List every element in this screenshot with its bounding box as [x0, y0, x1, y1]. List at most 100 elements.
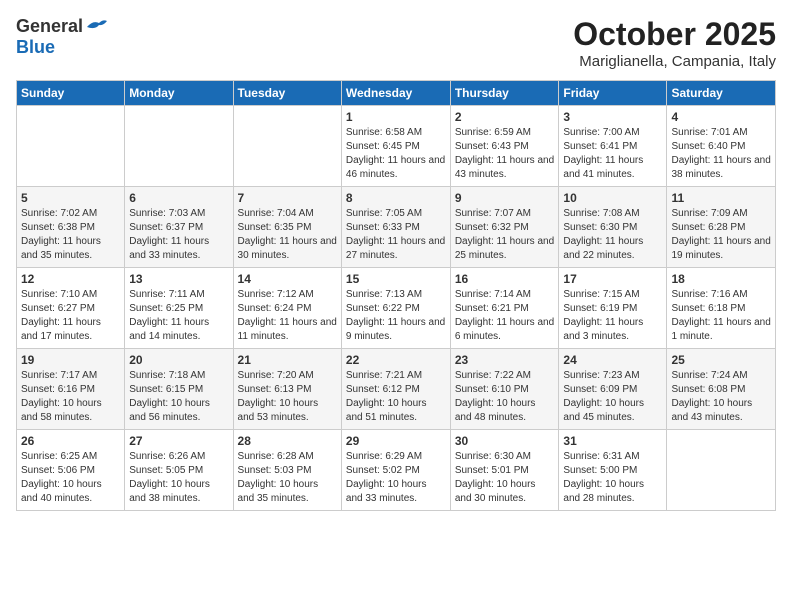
calendar-cell: 26 Sunrise: 6:25 AMSunset: 5:06 PMDayligh…: [17, 430, 125, 511]
calendar-cell: 10 Sunrise: 7:08 AMSunset: 6:30 PMDayligh…: [559, 187, 667, 268]
calendar-cell: 14 Sunrise: 7:12 AMSunset: 6:24 PMDayligh…: [233, 268, 341, 349]
day-number: 26: [21, 434, 120, 448]
calendar-cell: 21 Sunrise: 7:20 AMSunset: 6:13 PMDayligh…: [233, 349, 341, 430]
cell-content: Sunrise: 7:10 AMSunset: 6:27 PMDaylight:…: [21, 288, 120, 344]
cell-content: Sunrise: 7:08 AMSunset: 6:30 PMDaylight:…: [563, 207, 662, 263]
calendar-cell: 3 Sunrise: 7:00 AMSunset: 6:41 PMDaylight…: [559, 106, 667, 187]
calendar-week-row: 1 Sunrise: 6:58 AMSunset: 6:45 PMDaylight…: [17, 106, 776, 187]
weekday-header: Thursday: [450, 81, 559, 106]
calendar-cell: [667, 430, 776, 511]
day-number: 14: [238, 272, 337, 286]
calendar-cell: 22 Sunrise: 7:21 AMSunset: 6:12 PMDayligh…: [341, 349, 450, 430]
calendar-cell: 5 Sunrise: 7:02 AMSunset: 6:38 PMDaylight…: [17, 187, 125, 268]
cell-content: Sunrise: 7:09 AMSunset: 6:28 PMDaylight:…: [671, 207, 771, 263]
calendar-table: SundayMondayTuesdayWednesdayThursdayFrid…: [16, 80, 776, 511]
day-number: 7: [238, 191, 337, 205]
calendar-header-row: SundayMondayTuesdayWednesdayThursdayFrid…: [17, 81, 776, 106]
cell-content: Sunrise: 7:07 AMSunset: 6:32 PMDaylight:…: [455, 207, 555, 263]
cell-content: Sunrise: 7:14 AMSunset: 6:21 PMDaylight:…: [455, 288, 555, 344]
day-number: 20: [129, 353, 228, 367]
calendar-cell: 25Sunrise: 7:24 AMSunset: 6:08 PMDayligh…: [667, 349, 776, 430]
cell-content: Sunrise: 7:02 AMSunset: 6:38 PMDaylight:…: [21, 207, 120, 263]
weekday-header: Tuesday: [233, 81, 341, 106]
calendar-cell: [233, 106, 341, 187]
day-number: 16: [455, 272, 555, 286]
calendar-week-row: 19 Sunrise: 7:17 AMSunset: 6:16 PMDayligh…: [17, 349, 776, 430]
calendar-cell: 27 Sunrise: 6:26 AMSunset: 5:05 PMDayligh…: [125, 430, 233, 511]
calendar-week-row: 5 Sunrise: 7:02 AMSunset: 6:38 PMDaylight…: [17, 187, 776, 268]
cell-content: Sunrise: 7:22 AMSunset: 6:10 PMDaylight:…: [455, 369, 555, 425]
day-number: 27: [129, 434, 228, 448]
cell-content: Sunrise: 7:11 AMSunset: 6:25 PMDaylight:…: [129, 288, 228, 344]
calendar-week-row: 12 Sunrise: 7:10 AMSunset: 6:27 PMDayligh…: [17, 268, 776, 349]
cell-content: Sunrise: 7:15 AMSunset: 6:19 PMDaylight:…: [563, 288, 662, 344]
day-number: 11: [671, 191, 771, 205]
calendar-cell: 17Sunrise: 7:15 AMSunset: 6:19 PMDayligh…: [559, 268, 667, 349]
day-number: 3: [563, 110, 662, 124]
day-number: 12: [21, 272, 120, 286]
day-number: 13: [129, 272, 228, 286]
cell-content: Sunrise: 7:18 AMSunset: 6:15 PMDaylight:…: [129, 369, 228, 425]
logo-bird-icon: [85, 18, 107, 36]
calendar-cell: 18 Sunrise: 7:16 AMSunset: 6:18 PMDayligh…: [667, 268, 776, 349]
day-number: 30: [455, 434, 555, 448]
cell-content: Sunrise: 7:04 AMSunset: 6:35 PMDaylight:…: [238, 207, 337, 263]
day-number: 28: [238, 434, 337, 448]
calendar-cell: 28Sunrise: 6:28 AMSunset: 5:03 PMDayligh…: [233, 430, 341, 511]
page-header: General Blue October 2025 Mariglianella,…: [16, 16, 776, 70]
weekday-header: Monday: [125, 81, 233, 106]
cell-content: Sunrise: 6:25 AMSunset: 5:06 PMDaylight:…: [21, 450, 120, 506]
day-number: 6: [129, 191, 228, 205]
title-block: October 2025 Mariglianella, Campania, It…: [573, 16, 776, 70]
day-number: 18: [671, 272, 771, 286]
calendar-cell: 24 Sunrise: 7:23 AMSunset: 6:09 PMDayligh…: [559, 349, 667, 430]
weekday-header: Wednesday: [341, 81, 450, 106]
location: Mariglianella, Campania, Italy: [573, 53, 776, 70]
calendar-cell: 19 Sunrise: 7:17 AMSunset: 6:16 PMDayligh…: [17, 349, 125, 430]
cell-content: Sunrise: 7:05 AMSunset: 6:33 PMDaylight:…: [346, 207, 446, 263]
cell-content: Sunrise: 6:58 AMSunset: 6:45 PMDaylight:…: [346, 126, 446, 182]
day-number: 24: [563, 353, 662, 367]
calendar-cell: [125, 106, 233, 187]
calendar-cell: 2Sunrise: 6:59 AMSunset: 6:43 PMDaylight…: [450, 106, 559, 187]
calendar-cell: [17, 106, 125, 187]
calendar-cell: 13 Sunrise: 7:11 AMSunset: 6:25 PMDayligh…: [125, 268, 233, 349]
day-number: 4: [671, 110, 771, 124]
day-number: 21: [238, 353, 337, 367]
day-number: 15: [346, 272, 446, 286]
calendar-cell: 11 Sunrise: 7:09 AMSunset: 6:28 PMDayligh…: [667, 187, 776, 268]
day-number: 10: [563, 191, 662, 205]
day-number: 29: [346, 434, 446, 448]
cell-content: Sunrise: 7:01 AMSunset: 6:40 PMDaylight:…: [671, 126, 771, 182]
weekday-header: Sunday: [17, 81, 125, 106]
weekday-header: Saturday: [667, 81, 776, 106]
cell-content: Sunrise: 7:16 AMSunset: 6:18 PMDaylight:…: [671, 288, 771, 344]
day-number: 1: [346, 110, 446, 124]
calendar-cell: 16 Sunrise: 7:14 AMSunset: 6:21 PMDayligh…: [450, 268, 559, 349]
logo-blue: Blue: [16, 37, 55, 58]
month-title: October 2025: [573, 16, 776, 53]
day-number: 19: [21, 353, 120, 367]
day-number: 31: [563, 434, 662, 448]
calendar-cell: 12 Sunrise: 7:10 AMSunset: 6:27 PMDayligh…: [17, 268, 125, 349]
calendar-cell: 20 Sunrise: 7:18 AMSunset: 6:15 PMDayligh…: [125, 349, 233, 430]
day-number: 5: [21, 191, 120, 205]
day-number: 8: [346, 191, 446, 205]
cell-content: Sunrise: 7:12 AMSunset: 6:24 PMDaylight:…: [238, 288, 337, 344]
calendar-cell: 1 Sunrise: 6:58 AMSunset: 6:45 PMDaylight…: [341, 106, 450, 187]
cell-content: Sunrise: 7:21 AMSunset: 6:12 PMDaylight:…: [346, 369, 446, 425]
calendar-cell: 9Sunrise: 7:07 AMSunset: 6:32 PMDaylight…: [450, 187, 559, 268]
cell-content: Sunrise: 6:30 AMSunset: 5:01 PMDaylight:…: [455, 450, 555, 506]
calendar-cell: 4 Sunrise: 7:01 AMSunset: 6:40 PMDaylight…: [667, 106, 776, 187]
day-number: 22: [346, 353, 446, 367]
cell-content: Sunrise: 6:26 AMSunset: 5:05 PMDaylight:…: [129, 450, 228, 506]
calendar-cell: 6 Sunrise: 7:03 AMSunset: 6:37 PMDaylight…: [125, 187, 233, 268]
calendar-cell: 23Sunrise: 7:22 AMSunset: 6:10 PMDayligh…: [450, 349, 559, 430]
cell-content: Sunrise: 7:03 AMSunset: 6:37 PMDaylight:…: [129, 207, 228, 263]
calendar-cell: 8 Sunrise: 7:05 AMSunset: 6:33 PMDaylight…: [341, 187, 450, 268]
cell-content: Sunrise: 7:23 AMSunset: 6:09 PMDaylight:…: [563, 369, 662, 425]
calendar-cell: 29Sunrise: 6:29 AMSunset: 5:02 PMDayligh…: [341, 430, 450, 511]
cell-content: Sunrise: 7:20 AMSunset: 6:13 PMDaylight:…: [238, 369, 337, 425]
cell-content: Sunrise: 7:17 AMSunset: 6:16 PMDaylight:…: [21, 369, 120, 425]
cell-content: Sunrise: 7:00 AMSunset: 6:41 PMDaylight:…: [563, 126, 662, 182]
